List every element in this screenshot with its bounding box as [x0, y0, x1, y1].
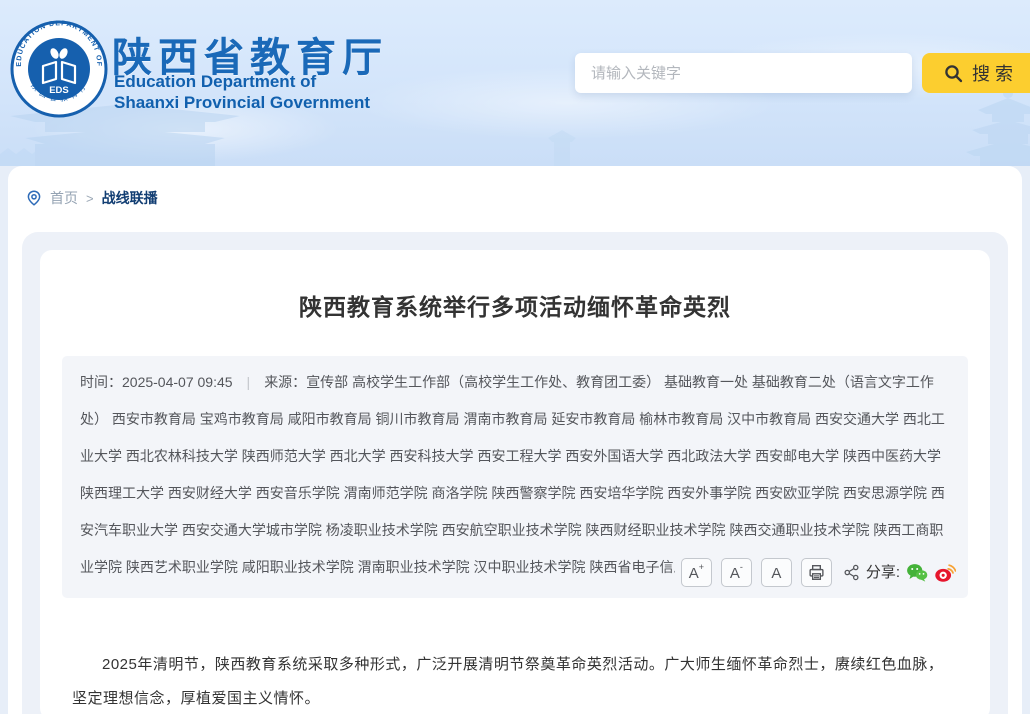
search-input[interactable]: [575, 53, 912, 93]
eds-seal-icon: EDUCATION DEPARTMENT OF SHAANXI 陕西省教育厅 E…: [10, 20, 108, 118]
search-button-label: 搜 索: [972, 60, 1013, 86]
location-pin-icon: [26, 190, 42, 206]
site-logo[interactable]: EDUCATION DEPARTMENT OF SHAANXI 陕西省教育厅 E…: [10, 20, 108, 118]
meta-divider: |: [247, 364, 251, 401]
print-button[interactable]: [801, 558, 832, 587]
breadcrumb-home-link[interactable]: 首页: [50, 188, 78, 208]
site-subtitle-line2: Shaanxi Provincial Government: [114, 92, 370, 113]
article-toolbar: A+ A- A: [675, 558, 956, 587]
font-reset-button[interactable]: A: [761, 558, 792, 587]
share-group: 分享:: [843, 562, 956, 584]
article-card: 陕西教育系统举行多项活动缅怀革命英烈 时间：2025-04-07 09:45 | 来…: [22, 232, 1008, 714]
font-decrease-button[interactable]: A-: [721, 558, 752, 587]
site-header: EDUCATION DEPARTMENT OF SHAANXI 陕西省教育厅 E…: [0, 0, 1030, 166]
site-subtitle: Education Department of Shaanxi Provinci…: [114, 71, 370, 113]
breadcrumb-separator: >: [86, 191, 94, 206]
article-body-paragraph: 2025年清明节，陕西教育系统采取多种形式，广泛开展清明节祭奠革命英烈活动。广大…: [72, 648, 958, 714]
meta-source-value: 宣传部 高校学生工作部（高校学生工作处、教育团工委） 基础教育一处 基础教育二处…: [80, 374, 945, 575]
meta-time-value: 2025-04-07 09:45: [122, 374, 233, 390]
article-title: 陕西教育系统举行多项活动缅怀革命英烈: [62, 288, 968, 322]
main-panel: 首页 > 战线联播 陕西教育系统举行多项活动缅怀革命英烈 时间：2025-04-…: [8, 166, 1022, 714]
article-meta-box: 时间：2025-04-07 09:45 | 来源：宣传部 高校学生工作部（高校学生工…: [62, 356, 968, 598]
page: EDUCATION DEPARTMENT OF SHAANXI 陕西省教育厅 E…: [0, 0, 1030, 714]
logo-center-text: EDS: [49, 85, 69, 96]
font-increase-button[interactable]: A+: [681, 558, 712, 587]
breadcrumb-current-link[interactable]: 战线联播: [102, 188, 158, 208]
printer-icon: [808, 564, 825, 581]
site-subtitle-line1: Education Department of: [114, 71, 370, 92]
wechat-share-icon[interactable]: [906, 562, 928, 584]
search-button[interactable]: 搜 索: [922, 53, 1030, 93]
share-label: 分享:: [866, 565, 900, 580]
meta-source-label: 来源：: [264, 374, 306, 390]
article-content-card: 陕西教育系统举行多项活动缅怀革命英烈 时间：2025-04-07 09:45 | 来…: [40, 250, 990, 714]
weibo-share-icon[interactable]: [934, 562, 956, 584]
search-icon: [944, 64, 963, 83]
meta-time-label: 时间：: [80, 374, 122, 390]
share-nodes-icon: [843, 564, 860, 581]
breadcrumb: 首页 > 战线联播: [26, 188, 158, 208]
